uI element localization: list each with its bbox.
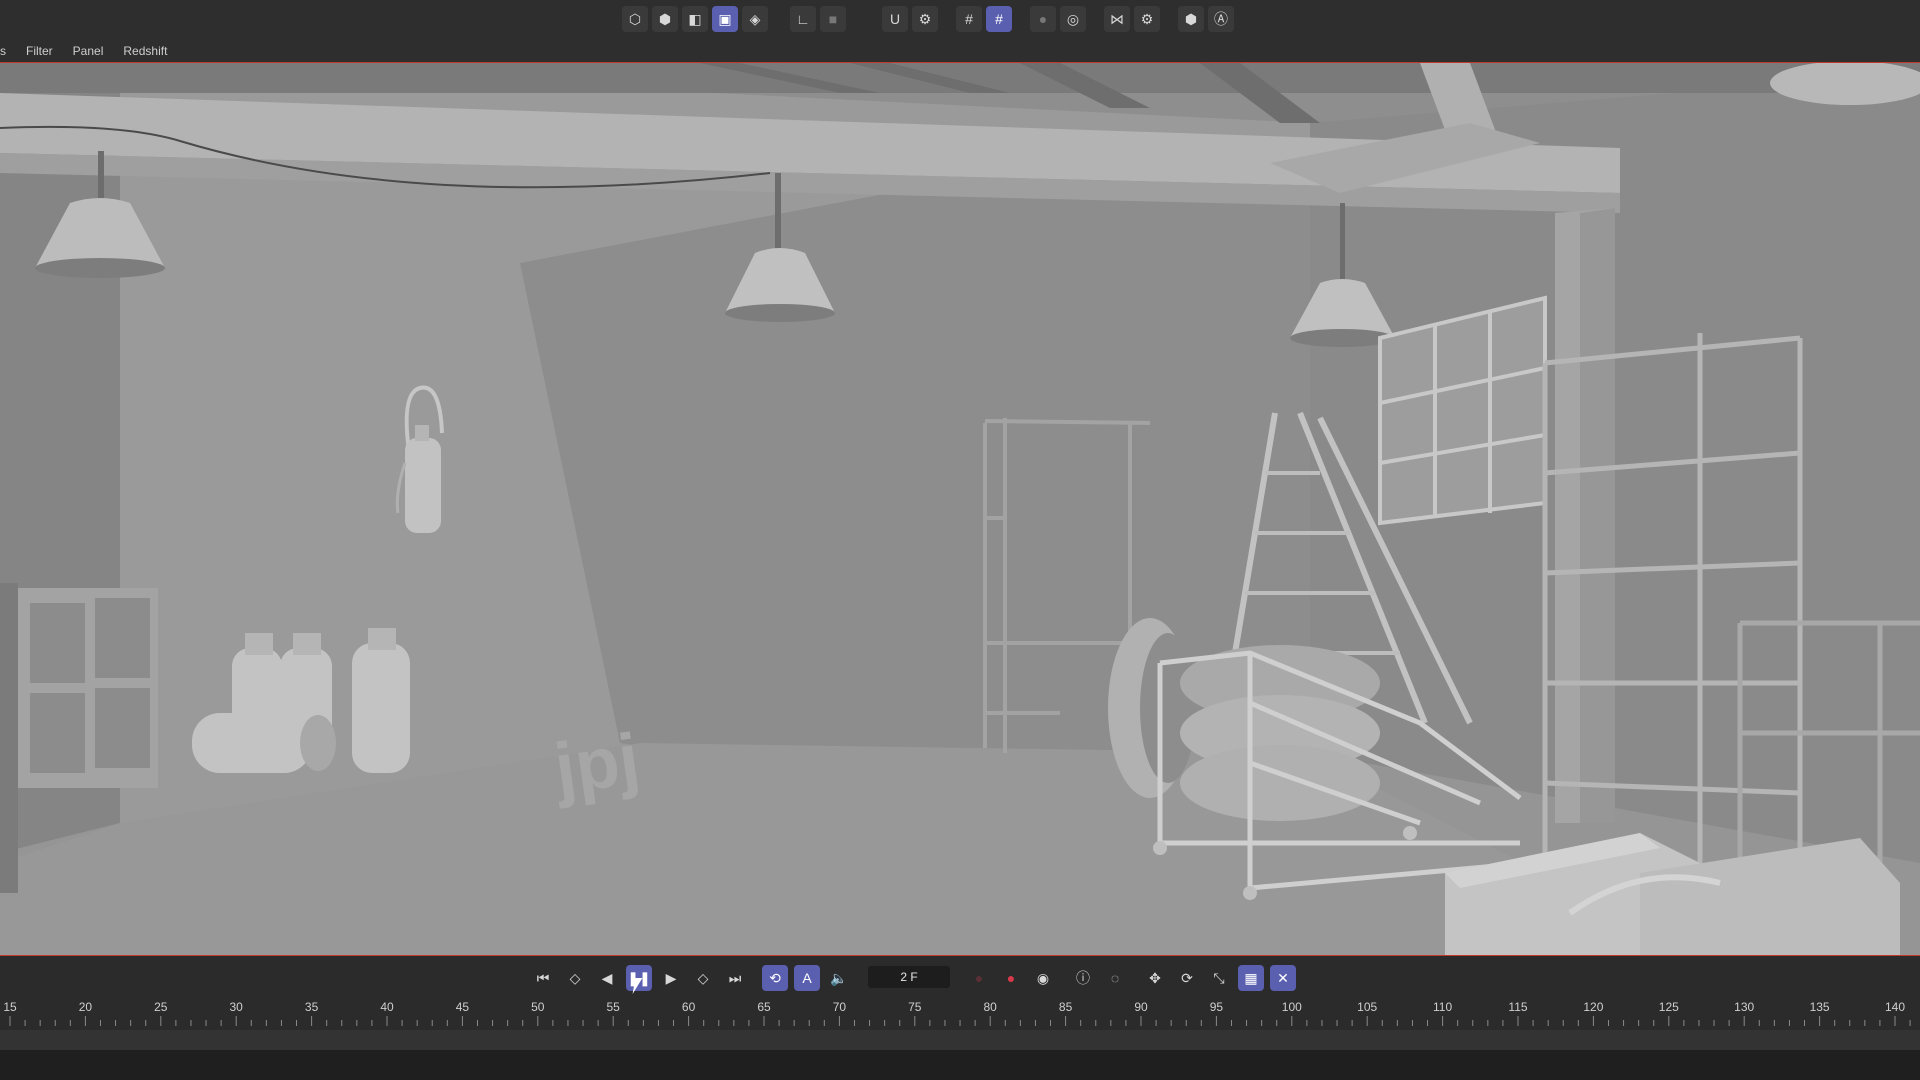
mode-toolbar-group: ⬡ ⬢ ◧ ▣ ◈: [622, 6, 768, 34]
go-to-start-icon[interactable]: ⏮: [530, 965, 556, 991]
ruler-label-45: 45: [455, 1000, 470, 1014]
timeline-ruler[interactable]: 15 20 25 30 35 40 45 50 55 60 65 70 75 80 85 90 95 100 105…: [0, 1000, 1920, 1030]
playback-controls: ⏮ ◇ ◀ ❚❚ ▶ ◇ ⏭ ⟲ A 🔈 2 F ● ● ◉ ⓘ ◌ ✥ ⟳ ⤡…: [0, 956, 1920, 1000]
ruler-label-25: 25: [154, 1000, 168, 1014]
point-mode-icon[interactable]: ⬡: [622, 6, 648, 32]
texture-mode-icon[interactable]: ◈: [742, 6, 768, 32]
rotate-key-icon[interactable]: ⟳: [1174, 965, 1200, 991]
top-toolbar: ⬡ ⬢ ◧ ▣ ◈ ∟ ■ U ⚙ # # ● ◎ ⋈ ⚙ ⬢ Ⓐ: [0, 0, 1920, 40]
render-region-icon[interactable]: ●: [1030, 6, 1056, 32]
move-key-icon[interactable]: ✥: [1142, 965, 1168, 991]
ruler-label-65: 65: [757, 1000, 771, 1014]
axis-icon[interactable]: ∟: [790, 6, 816, 32]
snap-magnet-icon[interactable]: U: [882, 6, 908, 32]
render-toolbar-group: ● ◎: [1030, 6, 1086, 34]
ruler-label-35: 35: [304, 1000, 319, 1014]
ruler-label-125: 125: [1658, 1000, 1679, 1014]
sound-icon[interactable]: 🔈: [826, 965, 852, 991]
ruler-label-135: 135: [1809, 1000, 1830, 1014]
ruler-label-15: 15: [3, 1000, 17, 1014]
hexagon-icon[interactable]: ⬢: [1178, 6, 1204, 32]
model-mode-icon[interactable]: ▣: [712, 6, 738, 32]
menu-item-cut[interactable]: s: [0, 44, 6, 58]
step-forward-icon[interactable]: ▶: [658, 965, 684, 991]
snap-settings-icon[interactable]: ⚙: [912, 6, 938, 32]
grid-icon[interactable]: #: [956, 6, 982, 32]
polygon-mode-icon[interactable]: ◧: [682, 6, 708, 32]
symmetry-icon[interactable]: ⋈: [1104, 6, 1130, 32]
ruler-label-50: 50: [531, 1000, 545, 1014]
current-frame-field[interactable]: 2 F: [868, 966, 950, 988]
menu-item-panel[interactable]: Panel: [73, 44, 104, 58]
grid-toolbar-group: # #: [956, 6, 1012, 34]
record-disabled-icon[interactable]: ●: [966, 965, 992, 991]
symmetry-toolbar-group: ⋈ ⚙: [1104, 6, 1160, 34]
solo-icon[interactable]: ■: [820, 6, 846, 32]
ruler-label-20: 20: [78, 1000, 93, 1014]
playback-rate-icon[interactable]: A: [794, 965, 820, 991]
window-frame: [1378, 295, 1547, 526]
snap-toolbar-group: U ⚙: [882, 6, 938, 34]
step-back-icon[interactable]: ◀: [594, 965, 620, 991]
ruler-label-120: 120: [1583, 1000, 1604, 1014]
ruler-label-70: 70: [832, 1000, 847, 1014]
scale-key-icon[interactable]: ⤡: [1206, 965, 1232, 991]
keyframe-settings-icon[interactable]: ◌: [1102, 965, 1128, 991]
ruler-label-105: 105: [1357, 1000, 1378, 1014]
a-badge-icon[interactable]: Ⓐ: [1208, 6, 1234, 32]
render-settings-icon[interactable]: ◎: [1060, 6, 1086, 32]
go-to-end-icon[interactable]: ⏭: [722, 965, 748, 991]
symmetry-settings-icon[interactable]: ⚙: [1134, 6, 1160, 32]
previous-key-icon[interactable]: ◇: [562, 965, 588, 991]
next-key-icon[interactable]: ◇: [690, 965, 716, 991]
menu-item-filter[interactable]: Filter: [26, 44, 53, 58]
ruler-label-130: 130: [1734, 1000, 1755, 1014]
ruler-label-85: 85: [1058, 1000, 1073, 1014]
record-icon[interactable]: ●: [998, 965, 1024, 991]
edge-mode-icon[interactable]: ⬢: [652, 6, 678, 32]
menu-item-redshift[interactable]: Redshift: [123, 44, 167, 58]
ruler-label-80: 80: [983, 1000, 997, 1014]
floor-logo-text: jpj: [548, 719, 644, 810]
workplane-icon[interactable]: #: [986, 6, 1012, 32]
loop-icon[interactable]: ⟲: [762, 965, 788, 991]
3d-viewport[interactable]: jpj: [0, 63, 1920, 956]
garage-scene: jpj: [0, 63, 1920, 955]
ruler-label-115: 115: [1508, 1000, 1528, 1014]
ruler-ticks: [9, 1016, 1911, 1026]
ruler-label-90: 90: [1134, 1000, 1148, 1014]
ruler-label-110: 110: [1433, 1000, 1453, 1014]
point-level-icon[interactable]: ✕: [1270, 965, 1296, 991]
autokey-icon[interactable]: ◉: [1030, 965, 1056, 991]
ruler-label-100: 100: [1281, 1000, 1302, 1014]
extra-toolbar-group: ⬢ Ⓐ: [1178, 6, 1234, 34]
param-key-icon[interactable]: ▦: [1238, 965, 1264, 991]
ruler-label-60: 60: [681, 1000, 696, 1014]
timeline-track[interactable]: [0, 1030, 1920, 1050]
ruler-label-75: 75: [908, 1000, 922, 1014]
ruler-label-40: 40: [380, 1000, 394, 1014]
ruler-label-55: 55: [606, 1000, 620, 1014]
axis-toolbar-group: ∟ ■: [790, 6, 846, 34]
ruler-label-30: 30: [229, 1000, 243, 1014]
viewport-menu-bar: s Filter Panel Redshift: [0, 40, 1920, 63]
ruler-label-140: 140: [1884, 1000, 1906, 1014]
keyframe-selection-icon[interactable]: ⓘ: [1070, 965, 1096, 991]
bottom-bar: [0, 1050, 1920, 1080]
ruler-label-95: 95: [1209, 1000, 1224, 1014]
